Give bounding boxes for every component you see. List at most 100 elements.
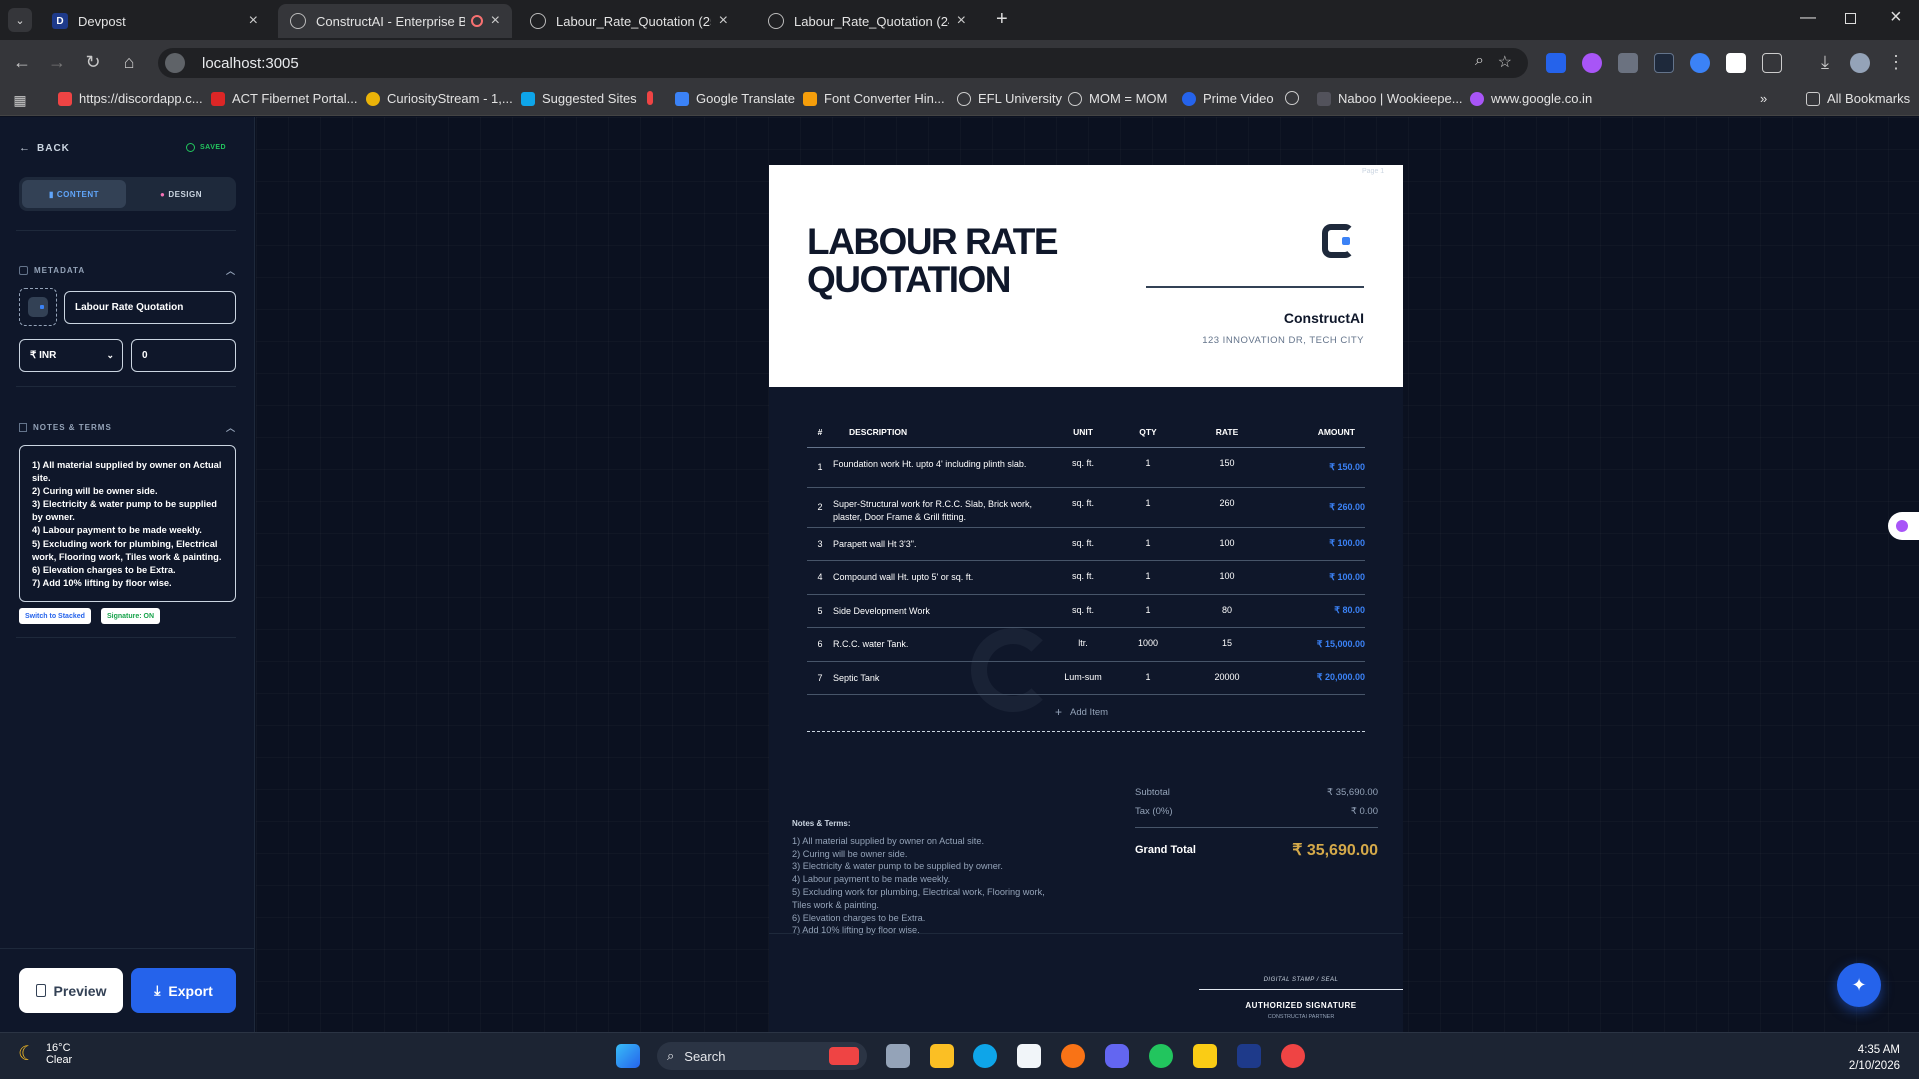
close-icon[interactable]: × [957,12,966,30]
all-bookmarks[interactable]: All Bookmarks [1806,91,1910,106]
start-icon[interactable] [616,1044,640,1068]
item-description[interactable]: R.C.C. water Tank. [833,627,1053,662]
tab-content[interactable]: ▮ CONTENT [22,180,126,208]
bookmark-font-converter[interactable]: Font Converter Hin... [803,91,945,106]
weather-widget[interactable]: ☾ 16°C Clear [18,1041,72,1066]
zoom-icon[interactable]: ⌕ [1475,52,1484,70]
site-info-icon[interactable] [165,53,185,73]
currency-select[interactable]: ₹ INR ⌄ [19,339,123,372]
item-qty[interactable]: 1 [1113,487,1183,528]
minimize-icon[interactable]: — [1800,9,1816,27]
app-icon[interactable] [1237,1044,1261,1068]
discord-icon[interactable] [1105,1044,1129,1068]
bookmark-curiosity[interactable]: CuriosityStream - 1,... [366,91,513,106]
tab-design[interactable]: ● DESIGN [129,180,233,208]
logo-upload[interactable] [19,288,57,326]
item-unit[interactable]: ltr. [1053,627,1113,662]
close-window-icon[interactable]: × [1890,6,1902,29]
menu-dots-icon[interactable]: ⋮ [1884,50,1908,74]
close-icon[interactable]: × [491,12,500,30]
extension-icon[interactable] [1546,53,1566,73]
item-rate[interactable]: 150 [1183,447,1271,488]
item-rate[interactable]: 100 [1183,560,1271,595]
item-qty[interactable]: 1 [1113,661,1183,695]
extension-icon[interactable] [1654,53,1674,73]
download-icon[interactable]: ⤓ [1813,50,1837,74]
item-unit[interactable]: sq. ft. [1053,487,1113,528]
table-row[interactable]: 5 Side Development Work sq. ft. 1 80 ₹ 8… [807,594,1365,628]
apps-grid-icon[interactable]: ▦ [8,88,32,112]
table-row[interactable]: 1 Foundation work Ht. upto 4' including … [807,447,1365,488]
table-row[interactable]: 4 Compound wall Ht. upto 5' or sq. ft. s… [807,560,1365,595]
chrome-icon[interactable] [1281,1044,1305,1068]
item-unit[interactable]: sq. ft. [1053,560,1113,595]
back-button[interactable]: ← BACK [19,142,70,154]
chevron-up-icon[interactable]: ︿ [226,421,236,434]
item-qty[interactable]: 1 [1113,447,1183,488]
item-unit[interactable]: sq. ft. [1053,527,1113,561]
notes-section-title[interactable]: NOTES & TERMS ︿ [19,421,236,434]
tab-quotation-24[interactable]: Labour_Rate_Quotation (24).pd × [756,4,978,38]
table-row[interactable]: 6 R.C.C. water Tank. ltr. 1000 15 ₹ 15,0… [807,627,1365,662]
table-row[interactable]: 3 Parapett wall Ht 3'3". sq. ft. 1 100 ₹… [807,527,1365,561]
item-rate[interactable]: 15 [1183,627,1271,662]
tax-rate-input[interactable]: 0 [131,339,236,372]
item-qty[interactable]: 1000 [1113,627,1183,662]
export-button[interactable]: ⤓ Export [131,968,236,1013]
bookmark-globe[interactable] [1285,91,1306,105]
back-arrow-icon[interactable]: ← [10,50,34,74]
tab-search-button[interactable]: ⌄ [8,8,32,32]
taskbar-search[interactable]: ⌕ Search [657,1042,867,1070]
item-rate[interactable]: 80 [1183,594,1271,628]
item-rate[interactable]: 20000 [1183,661,1271,695]
more-bookmarks-icon[interactable]: » [1760,91,1767,106]
store-icon[interactable] [1017,1044,1041,1068]
bookmark-discord[interactable]: https://discordapp.c... [58,91,203,106]
switch-to-stacked-button[interactable]: Switch to Stacked [19,608,91,624]
tab-quotation-25[interactable]: Labour_Rate_Quotation (25).pd × [518,4,740,38]
preview-button[interactable]: Preview [19,968,123,1013]
item-qty[interactable]: 1 [1113,527,1183,561]
star-icon[interactable]: ☆ [1498,52,1512,72]
item-description[interactable]: Foundation work Ht. upto 4' including pl… [833,447,1053,488]
chrome-icon[interactable] [1149,1044,1173,1068]
item-rate[interactable]: 100 [1183,527,1271,561]
task-view-icon[interactable] [886,1044,910,1068]
bookmark-google[interactable]: www.google.co.in [1470,91,1592,106]
ai-assistant-button[interactable]: ✦ [1837,963,1881,1007]
close-icon[interactable]: × [249,12,258,30]
tab-constructai[interactable]: ConstructAI - Enterprise BO × [278,4,512,38]
item-unit[interactable]: Lum-sum [1053,661,1113,695]
url-bar[interactable]: localhost:3005 ⌕ ☆ [158,48,1528,78]
home-icon[interactable]: ⌂ [117,50,141,74]
side-panel-handle-icon[interactable] [1888,512,1919,540]
bookmark-act[interactable]: ACT Fibernet Portal... [211,91,357,106]
item-description[interactable]: Super-Structural work for R.C.C. Slab, B… [833,487,1053,528]
notes-textarea[interactable]: 1) All material supplied by owner on Act… [19,445,236,602]
forward-arrow-icon[interactable]: → [45,50,69,74]
sticky-notes-icon[interactable] [1193,1044,1217,1068]
table-row[interactable]: 2 Super-Structural work for R.C.C. Slab,… [807,487,1365,528]
document-title-input[interactable]: Labour Rate Quotation [64,291,236,324]
item-qty[interactable]: 1 [1113,560,1183,595]
close-icon[interactable]: × [719,12,728,30]
puzzle-icon[interactable] [1762,53,1782,73]
chevron-up-icon[interactable]: ︿ [226,264,236,277]
edge-icon[interactable] [973,1044,997,1068]
item-description[interactable]: Parapett wall Ht 3'3". [833,527,1053,561]
item-qty[interactable]: 1 [1113,594,1183,628]
bookmark-google-translate[interactable]: Google Translate [675,91,795,106]
avatar[interactable] [1850,53,1870,73]
firefox-icon[interactable] [1061,1044,1085,1068]
bookmark-suggested[interactable]: Suggested Sites [521,91,637,106]
item-description[interactable]: Compound wall Ht. upto 5' or sq. ft. [833,560,1053,595]
signature-toggle[interactable]: Signature: ON [101,608,161,624]
restore-icon[interactable] [1845,13,1856,24]
bookmark-efl[interactable]: EFL University [957,91,1062,106]
file-explorer-icon[interactable] [930,1044,954,1068]
tab-devpost[interactable]: D Devpost × [40,4,270,38]
clock[interactable]: 4:35 AM 2/10/2026 [1800,1042,1900,1074]
table-row[interactable]: 7 Septic Tank Lum-sum 1 20000 ₹ 20,000.0… [807,661,1365,695]
extension-icon[interactable] [1582,53,1602,73]
bookmark-prime[interactable]: Prime Video [1182,91,1274,106]
